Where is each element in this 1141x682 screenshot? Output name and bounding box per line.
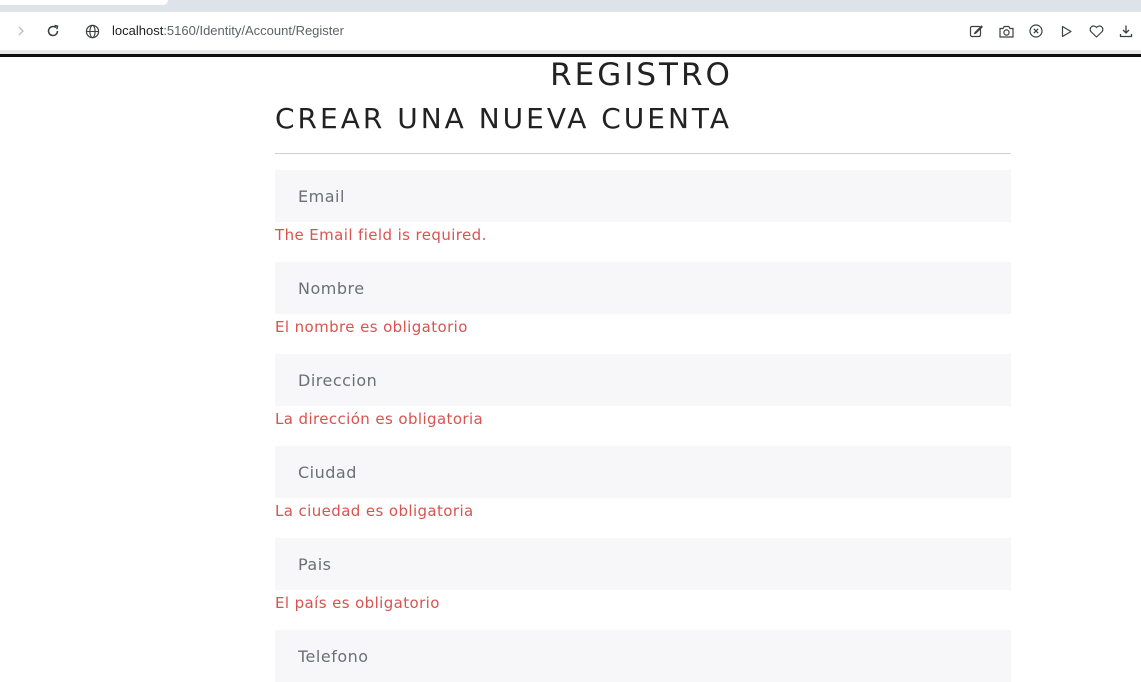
telefono-input[interactable] — [298, 646, 1011, 666]
page-subtitle: CREAR UNA NUEVA CUENTA — [275, 102, 733, 135]
shield-icon[interactable] — [1021, 12, 1051, 50]
telefono-field-box[interactable] — [275, 630, 1011, 682]
page-content: REGISTRO CREAR UNA NUEVA CUENTA The Emai… — [0, 57, 1141, 682]
direccion-error: La dirección es obligatoria — [275, 410, 484, 428]
browser-tabstrip — [0, 0, 1141, 12]
direccion-field-box[interactable] — [275, 354, 1011, 406]
nombre-field-group: El nombre es obligatorio — [275, 262, 1011, 337]
nombre-field-box[interactable] — [275, 262, 1011, 314]
url-host: localhost — [112, 23, 164, 38]
email-error: The Email field is required. — [275, 226, 487, 244]
ciudad-input[interactable] — [298, 462, 1011, 482]
direccion-field-group: La dirección es obligatoria — [275, 354, 1011, 429]
pais-field-group: El país es obligatorio — [275, 538, 1011, 613]
camera-icon[interactable] — [991, 12, 1021, 50]
email-field-box[interactable] — [275, 170, 1011, 222]
heart-icon[interactable] — [1081, 12, 1111, 50]
url-path: :5160/Identity/Account/Register — [163, 23, 344, 38]
forward-icon[interactable] — [8, 12, 34, 50]
ciudad-field-box[interactable] — [275, 446, 1011, 498]
globe-icon[interactable] — [82, 12, 102, 50]
direccion-input[interactable] — [298, 370, 1011, 390]
pais-input[interactable] — [298, 554, 1011, 574]
nombre-input[interactable] — [298, 278, 1011, 298]
ciudad-error: La ciuedad es obligatoria — [275, 502, 474, 520]
reload-icon[interactable] — [40, 12, 66, 50]
play-icon[interactable] — [1051, 12, 1081, 50]
email-field-group: The Email field is required. — [275, 170, 1011, 245]
ciudad-field-group: La ciuedad es obligatoria — [275, 446, 1011, 521]
active-tab[interactable] — [0, 0, 168, 5]
divider — [275, 153, 1011, 154]
nombre-error: El nombre es obligatorio — [275, 318, 468, 336]
page-title: REGISTRO — [550, 57, 733, 93]
edit-icon[interactable] — [961, 12, 991, 50]
email-input[interactable] — [298, 186, 1011, 206]
download-icon[interactable] — [1111, 12, 1141, 50]
browser-toolbar: localhost:5160/Identity/Account/Register — [0, 12, 1141, 50]
address-bar[interactable]: localhost:5160/Identity/Account/Register — [112, 12, 344, 50]
telefono-field-group — [275, 630, 1011, 682]
pais-field-box[interactable] — [275, 538, 1011, 590]
pais-error: El país es obligatorio — [275, 594, 440, 612]
